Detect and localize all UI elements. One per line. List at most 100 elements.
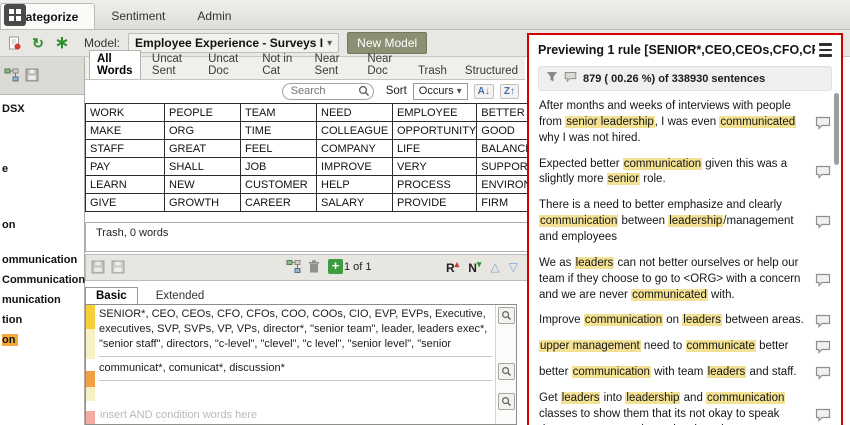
word-cell[interactable]: PROVIDE: [393, 194, 477, 212]
stats-text: 879 ( 00.26 %) of 338930 sentences: [583, 73, 765, 85]
expand-down-icon[interactable]: ▽: [509, 260, 518, 274]
app-menu-icon[interactable]: [4, 4, 26, 26]
nav-r-icon[interactable]: R▴: [446, 259, 459, 275]
word-cell[interactable]: COMPANY: [317, 140, 393, 158]
save-all-icon[interactable]: [111, 260, 126, 275]
word-cell[interactable]: SHALL: [165, 158, 241, 176]
sentence-row: Expected better communication given this…: [538, 152, 832, 194]
rule-text-area[interactable]: SENIOR*, CEO, CEOs, CFO, CFOs, COO, COOs…: [99, 307, 492, 381]
tab-structured[interactable]: Structured: [458, 63, 525, 79]
tab-trash[interactable]: Trash: [411, 63, 454, 79]
rule-and-terms[interactable]: communicat*, comunicat*, discussion*: [99, 361, 492, 376]
sort-ascending-icon[interactable]: A↓: [474, 84, 494, 99]
and-condition-placeholder[interactable]: insert AND condition words here: [100, 409, 257, 421]
zoom-term-icon[interactable]: [498, 393, 515, 410]
category-item[interactable]: munication: [2, 294, 61, 306]
tab-admin[interactable]: Admin: [181, 3, 247, 29]
category-item[interactable]: ommunication: [2, 254, 77, 266]
tab-uncat-doc[interactable]: Uncat Doc: [201, 51, 251, 79]
word-cell[interactable]: TEAM: [241, 104, 317, 122]
word-cell[interactable]: IMPROVE: [317, 158, 393, 176]
tab-extended[interactable]: Extended: [146, 288, 215, 304]
category-item[interactable]: DSX: [2, 103, 25, 115]
matched-term: communication: [584, 314, 663, 326]
preview-scrollbar[interactable]: [834, 93, 839, 165]
expand-up-icon[interactable]: △: [490, 260, 499, 274]
page-indicator: 1 of 1: [344, 261, 372, 273]
comment-icon[interactable]: [815, 116, 831, 130]
comment-icon[interactable]: [815, 165, 831, 179]
zoom-term-icon[interactable]: [498, 363, 515, 380]
nav-n-icon[interactable]: N▾: [468, 259, 481, 275]
word-cell[interactable]: PAY: [86, 158, 165, 176]
category-item-selected[interactable]: on: [2, 334, 18, 346]
rule-or-terms[interactable]: SENIOR*, CEO, CEOs, CFO, CFOs, COO, COOs…: [99, 307, 492, 352]
comment-icon[interactable]: [815, 215, 831, 229]
tree-icon[interactable]: [4, 68, 19, 83]
comment-icon[interactable]: [815, 340, 831, 354]
word-cell[interactable]: CUSTOMER: [241, 176, 317, 194]
sort-descending-icon[interactable]: Z↑: [500, 84, 519, 99]
tab-sentiment[interactable]: Sentiment: [95, 3, 181, 29]
sentence-row: better communication with team leaders a…: [538, 360, 832, 386]
rule-editor[interactable]: SENIOR*, CEO, CEOs, CFO, CFOs, COO, COOs…: [85, 304, 517, 425]
new-item-icon[interactable]: ∗: [54, 35, 70, 51]
word-cell[interactable]: LEARN: [86, 176, 165, 194]
condition-color-gutter: [86, 305, 95, 424]
word-cell[interactable]: STAFF: [86, 140, 165, 158]
word-cell[interactable]: ORG: [165, 122, 241, 140]
word-cell[interactable]: GIVE: [86, 194, 165, 212]
word-cell[interactable]: CAREER: [241, 194, 317, 212]
category-item[interactable]: tion: [2, 314, 22, 326]
zoom-term-icon[interactable]: [498, 307, 515, 324]
comment-icon[interactable]: [815, 314, 831, 328]
word-cell[interactable]: PEOPLE: [165, 104, 241, 122]
menu-icon[interactable]: [815, 43, 832, 57]
comment-icon[interactable]: [815, 366, 831, 380]
document-delete-icon[interactable]: [6, 35, 22, 51]
tab-all-words[interactable]: All Words: [89, 50, 141, 79]
trash-label: Trash, 0 words: [96, 227, 168, 239]
matched-term: senior leadership: [565, 116, 655, 128]
tab-not-in-cat[interactable]: Not in Cat: [255, 51, 303, 79]
word-cell[interactable]: GREAT: [165, 140, 241, 158]
save-icon[interactable]: [25, 68, 40, 83]
word-cell[interactable]: PROCESS: [393, 176, 477, 194]
word-cell[interactable]: OPPORTUNITY: [393, 122, 477, 140]
hierarchy-icon[interactable]: [286, 259, 301, 274]
word-cell[interactable]: WORK: [86, 104, 165, 122]
word-cell[interactable]: LIFE: [393, 140, 477, 158]
model-select[interactable]: Employee Experience - Surveys I ▾: [128, 33, 339, 53]
refresh-icon[interactable]: ↻: [30, 35, 46, 51]
word-cell[interactable]: MAKE: [86, 122, 165, 140]
word-cell[interactable]: HELP: [317, 176, 393, 194]
word-cell[interactable]: COLLEAGUE: [317, 122, 393, 140]
word-cell[interactable]: EMPLOYEE: [393, 104, 477, 122]
word-cell[interactable]: GROWTH: [165, 194, 241, 212]
word-cell[interactable]: VERY: [393, 158, 477, 176]
word-cell[interactable]: SALARY: [317, 194, 393, 212]
comment-icon[interactable]: [815, 273, 831, 287]
word-cell[interactable]: TIME: [241, 122, 317, 140]
filter-icon[interactable]: [546, 71, 558, 86]
tab-uncat-sent[interactable]: Uncat Sent: [145, 51, 197, 79]
sort-select[interactable]: Occurs ▾: [413, 83, 468, 100]
sentence-text: upper management need to communicate bet…: [539, 339, 808, 355]
word-cell[interactable]: FEEL: [241, 140, 317, 158]
category-item[interactable]: Communication: [2, 274, 85, 286]
comment-icon[interactable]: [815, 408, 831, 422]
search-row: Sort Occurs ▾ A↓ Z↑: [85, 80, 523, 102]
tab-basic[interactable]: Basic: [85, 287, 138, 304]
add-rule-icon[interactable]: +: [328, 259, 343, 274]
category-item[interactable]: e: [2, 163, 8, 175]
sort-label: Sort: [386, 85, 407, 97]
search-icon[interactable]: [358, 85, 370, 100]
save-icon[interactable]: [91, 260, 106, 275]
trash-icon[interactable]: [307, 259, 322, 274]
category-item[interactable]: on: [2, 219, 15, 231]
word-cell[interactable]: NEED: [317, 104, 393, 122]
tab-near-sent[interactable]: Near Sent: [308, 51, 357, 79]
word-cell[interactable]: NEW: [165, 176, 241, 194]
word-cell[interactable]: JOB: [241, 158, 317, 176]
tab-near-doc[interactable]: Near Doc: [360, 51, 407, 79]
